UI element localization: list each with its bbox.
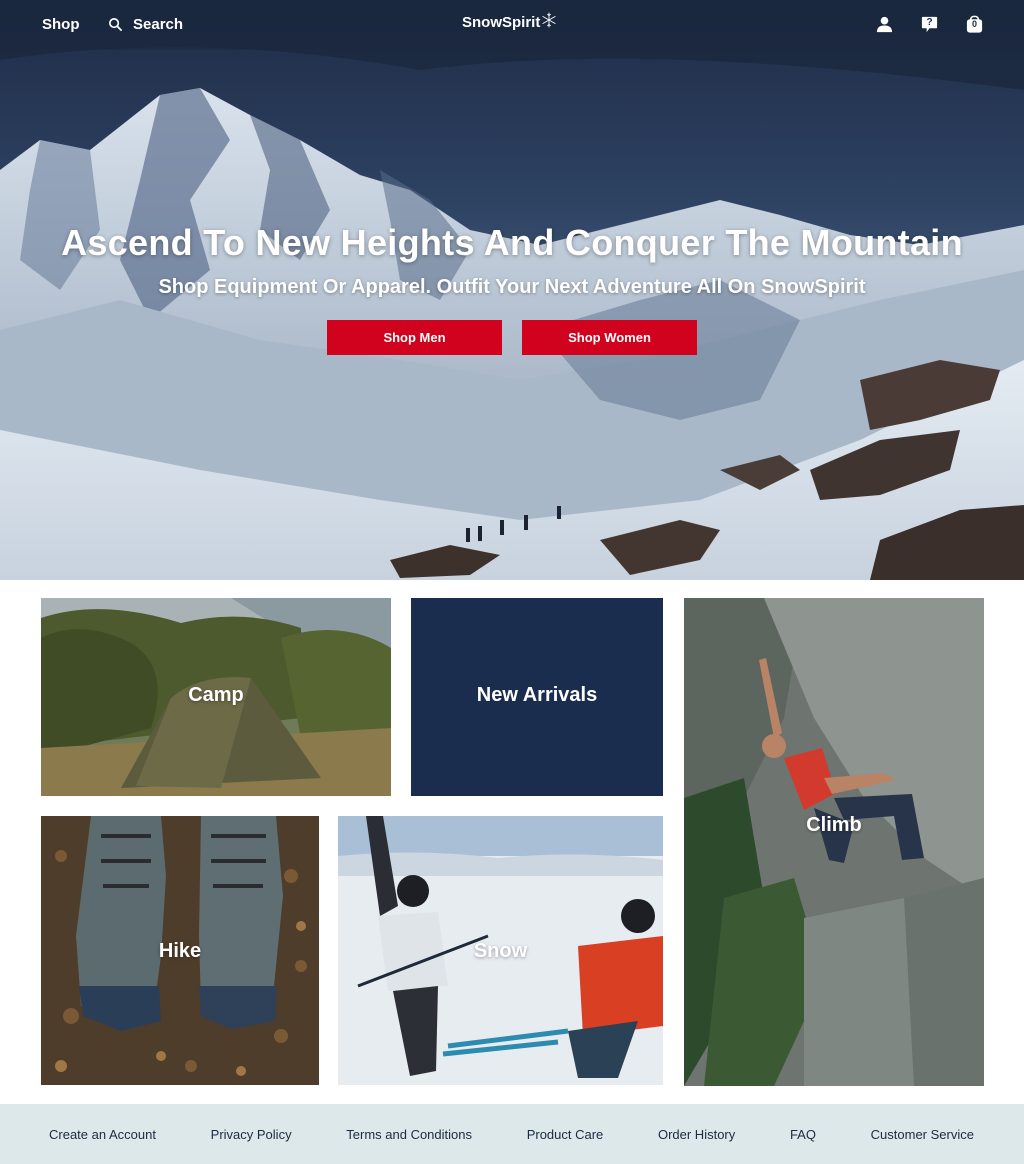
footer-link-customer-service[interactable]: Customer Service (871, 1127, 974, 1142)
logo-text: SnowSpirit (462, 14, 541, 31)
cart-icon[interactable]: 0 (965, 15, 984, 34)
utility-icons: ? 0 (875, 15, 984, 34)
snowspirit-logo[interactable]: SnowSpirit (462, 12, 557, 31)
category-tile-snow[interactable]: Snow (338, 816, 663, 1085)
camp-label: Camp (188, 684, 244, 706)
climb-label: Climb (806, 814, 862, 836)
account-icon[interactable] (875, 15, 894, 34)
shop-menu-link[interactable]: Shop (42, 16, 80, 33)
footer-link-terms[interactable]: Terms and Conditions (346, 1127, 472, 1142)
footer-link-create-account[interactable]: Create an Account (49, 1127, 156, 1142)
hero-banner: Shop Search SnowSpirit ? 0 Ascend To New… (0, 0, 1024, 580)
category-tile-hike[interactable]: Hike (41, 816, 319, 1085)
footer-link-faq[interactable]: FAQ (790, 1127, 816, 1142)
category-tile-camp[interactable]: Camp (41, 598, 391, 796)
hero-subtitle: Shop Equipment Or Apparel. Outfit Your N… (158, 276, 866, 298)
shop-women-button[interactable]: Shop Women (522, 320, 697, 355)
footer-link-product-care[interactable]: Product Care (527, 1127, 604, 1142)
help-icon[interactable]: ? (920, 15, 939, 34)
search-icon (109, 18, 122, 31)
footer-link-privacy-policy[interactable]: Privacy Policy (211, 1127, 292, 1142)
snowflake-icon (542, 12, 556, 28)
hero-title: Ascend To New Heights And Conquer The Mo… (61, 222, 963, 263)
rock-climber-image (684, 598, 984, 1086)
cart-count-badge: 0 (971, 19, 977, 29)
new-arrivals-label: New Arrivals (476, 684, 598, 706)
search-button[interactable]: Search (108, 16, 183, 33)
hike-label: Hike (158, 940, 202, 962)
category-tile-climb[interactable]: Climb (684, 598, 984, 1086)
help-question-mark: ? (926, 17, 933, 28)
search-label: Search (133, 16, 184, 33)
shop-men-button[interactable]: Shop Men (327, 320, 502, 355)
category-tile-new-arrivals[interactable]: New Arrivals (411, 598, 663, 796)
footer-link-order-history[interactable]: Order History (658, 1127, 735, 1142)
site-footer: Create an Account Privacy Policy Terms a… (0, 1104, 1024, 1164)
snow-label: Snow (473, 940, 528, 962)
top-navigation-bar: Shop Search SnowSpirit ? 0 (0, 0, 1024, 50)
